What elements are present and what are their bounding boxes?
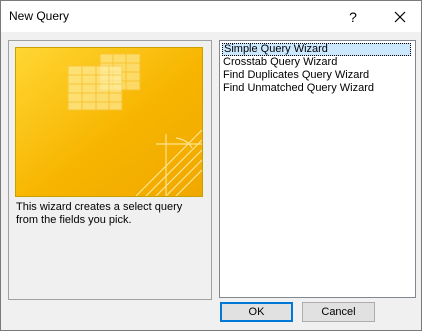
wizard-preview-panel: This wizard creates a select query from …: [8, 40, 212, 300]
cancel-button[interactable]: Cancel: [302, 302, 375, 322]
window-title: New Query: [9, 9, 70, 23]
description-line-1: This wizard creates a select query: [16, 201, 183, 213]
list-item-crosstab-query-wizard[interactable]: Crosstab Query Wizard: [222, 56, 411, 69]
new-query-dialog: New Query ? This wizard creates a select…: [0, 0, 422, 331]
help-button[interactable]: ?: [335, 1, 371, 32]
list-item-find-unmatched-query-wizard[interactable]: Find Unmatched Query Wizard: [222, 82, 411, 95]
select-query-preview-illustration: [15, 47, 203, 197]
description-line-2: from the fields you pick.: [16, 214, 132, 226]
title-bar: New Query ?: [1, 1, 421, 32]
wizard-description: This wizard creates a select query from …: [16, 201, 206, 227]
wizard-listbox[interactable]: Simple Query Wizard Crosstab Query Wizar…: [219, 40, 416, 298]
list-item-simple-query-wizard[interactable]: Simple Query Wizard: [222, 43, 411, 56]
close-icon: [394, 11, 405, 22]
list-item-find-duplicates-query-wizard[interactable]: Find Duplicates Query Wizard: [222, 69, 411, 82]
close-button[interactable]: [378, 1, 421, 32]
ok-button[interactable]: OK: [220, 302, 293, 322]
